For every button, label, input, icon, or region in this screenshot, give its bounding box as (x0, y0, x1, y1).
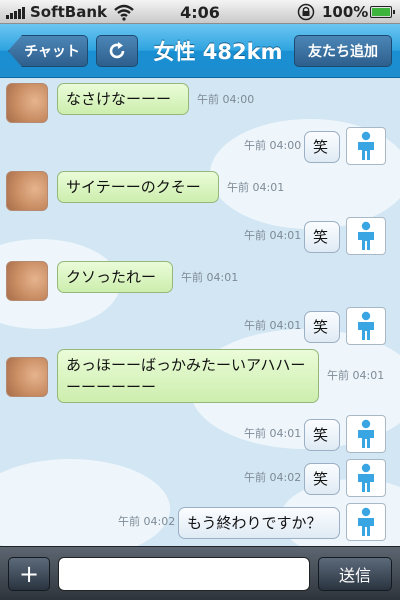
outgoing-message-bubble[interactable]: もう終わりですか？ (178, 507, 340, 539)
battery-percent: 100% (322, 3, 369, 21)
person-icon (358, 131, 374, 160)
avatar[interactable] (6, 357, 48, 397)
message-timestamp: 午前 04:02 (118, 515, 176, 528)
page-title: 女性 482km (153, 40, 283, 64)
message-timestamp: 午前 04:01 (244, 319, 302, 332)
my-profile-icon[interactable] (346, 503, 386, 541)
rotation-lock-icon (297, 3, 315, 21)
person-icon (358, 463, 374, 492)
add-friend-button[interactable]: 友たち追加 (294, 35, 392, 67)
attach-plus-button[interactable]: + (8, 557, 50, 591)
incoming-message-bubble[interactable]: サイテーーのクそー (57, 171, 219, 203)
status-bar: SoftBank 4:06 100% (0, 0, 400, 24)
message-timestamp: 午前 04:01 (181, 271, 239, 284)
person-icon (358, 419, 374, 448)
person-icon (358, 507, 374, 536)
message-list: なさけなーーー 午前 04:00 笑午前 04:00 サイテーーのクそー 午前 04:0… (0, 79, 400, 546)
send-button[interactable]: 送信 (318, 557, 392, 591)
avatar[interactable] (6, 261, 48, 301)
message-timestamp: 午前 04:02 (244, 471, 302, 484)
person-icon (358, 311, 374, 340)
battery-icon (370, 6, 395, 18)
my-profile-icon[interactable] (346, 307, 386, 345)
refresh-button[interactable] (96, 35, 138, 67)
refresh-icon (109, 42, 125, 59)
my-profile-icon[interactable] (346, 217, 386, 255)
incoming-message-bubble[interactable]: クソったれー (57, 261, 173, 293)
message-timestamp: 午前 04:01 (227, 181, 285, 194)
outgoing-message-bubble[interactable]: 笑 (304, 311, 340, 343)
outgoing-message-bubble[interactable]: 笑 (304, 419, 340, 451)
my-profile-icon[interactable] (346, 415, 386, 453)
back-button-chat[interactable]: チャット (8, 35, 88, 67)
my-profile-icon[interactable] (346, 127, 386, 165)
incoming-message-bubble[interactable]: なさけなーーー (57, 83, 189, 115)
outgoing-message-bubble[interactable]: 笑 (304, 131, 340, 163)
outgoing-message-bubble[interactable]: 笑 (304, 463, 340, 495)
message-timestamp: 午前 04:00 (244, 139, 302, 152)
incoming-message-bubble[interactable]: あっほーーばっかみたーいアハハーーーーーーー (57, 349, 319, 403)
message-timestamp: 午前 04:00 (197, 93, 255, 106)
message-timestamp: 午前 04:01 (244, 229, 302, 242)
message-timestamp: 午前 04:01 (327, 369, 385, 382)
outgoing-message-bubble[interactable]: 笑 (304, 221, 340, 253)
input-bar: + 送信 (0, 546, 400, 600)
chat-area[interactable]: なさけなーーー 午前 04:00 笑午前 04:00 サイテーーのクそー 午前 04:0… (0, 79, 400, 546)
person-icon (358, 221, 374, 250)
avatar[interactable] (6, 83, 48, 123)
message-input[interactable] (58, 557, 310, 591)
message-timestamp: 午前 04:01 (244, 427, 302, 440)
my-profile-icon[interactable] (346, 459, 386, 497)
nav-bar: チャット 女性 482km 友たち追加 (0, 24, 400, 78)
avatar[interactable] (6, 171, 48, 211)
